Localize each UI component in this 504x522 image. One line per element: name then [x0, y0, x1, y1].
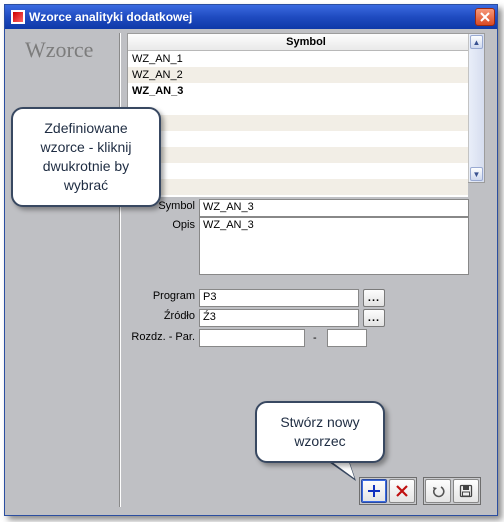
client-area: Wzorce Symbol WZ_AN_1 WZ_AN_2 WZ_AN_3 ▲ …: [5, 29, 497, 515]
program-browse-button[interactable]: ...: [363, 289, 385, 307]
save-button[interactable]: [453, 479, 479, 503]
plus-icon: [367, 484, 381, 498]
delete-button[interactable]: [389, 479, 415, 503]
dash-label: -: [313, 332, 317, 344]
symbol-value: WZ_AN_3: [203, 201, 254, 213]
list-filler: [128, 99, 468, 197]
close-icon: [480, 12, 490, 22]
bottom-toolbar: [359, 477, 481, 505]
program-field[interactable]: P3: [199, 289, 359, 307]
zrodlo-field[interactable]: Ź3: [199, 309, 359, 327]
zrodlo-label: Źródło: [125, 310, 195, 322]
add-button[interactable]: [361, 479, 387, 503]
program-value: P3: [203, 291, 216, 303]
list-header-symbol[interactable]: Symbol: [128, 34, 484, 51]
opis-value: WZ_AN_3: [203, 219, 254, 231]
rozdz-label: Rozdz. - Par.: [115, 331, 195, 343]
list-item[interactable]: WZ_AN_2: [128, 67, 468, 83]
toolbar-group-save: [423, 477, 481, 505]
floppy-icon: [459, 484, 473, 498]
scroll-up-button[interactable]: ▲: [470, 35, 483, 49]
toolbar-group-edit: [359, 477, 417, 505]
callout-create: Stwórz nowy wzorzec: [255, 401, 385, 463]
window-title: Wzorce analityki dodatkowej: [29, 10, 475, 24]
list-item[interactable]: WZ_AN_1: [128, 51, 468, 67]
program-label: Program: [125, 290, 195, 302]
patterns-list[interactable]: Symbol WZ_AN_1 WZ_AN_2 WZ_AN_3 ▲ ▼: [127, 33, 485, 183]
titlebar[interactable]: Wzorce analityki dodatkowej: [5, 5, 497, 29]
app-icon: [11, 10, 25, 24]
scroll-down-button[interactable]: ▼: [470, 167, 483, 181]
par-field[interactable]: [327, 329, 367, 347]
opis-field[interactable]: WZ_AN_3: [199, 217, 469, 275]
list-body: WZ_AN_1 WZ_AN_2 WZ_AN_3: [128, 51, 468, 197]
divider: [119, 33, 121, 507]
dialog-window: Wzorce analityki dodatkowej Wzorce Symbo…: [4, 4, 498, 516]
symbol-field[interactable]: WZ_AN_3: [199, 199, 469, 217]
rozdz-field[interactable]: [199, 329, 305, 347]
callout-patterns: Zdefiniowane wzorce - kliknij dwukrotnie…: [11, 107, 161, 207]
list-item[interactable]: WZ_AN_3: [128, 83, 468, 99]
opis-label: Opis: [125, 219, 195, 231]
scrollbar[interactable]: ▲ ▼: [468, 34, 484, 182]
zrodlo-value: Ź3: [203, 311, 216, 323]
undo-icon: [431, 484, 445, 498]
x-icon: [395, 484, 409, 498]
close-button[interactable]: [475, 8, 495, 26]
zrodlo-browse-button[interactable]: ...: [363, 309, 385, 327]
patterns-heading: Wzorce: [25, 37, 93, 63]
undo-button[interactable]: [425, 479, 451, 503]
